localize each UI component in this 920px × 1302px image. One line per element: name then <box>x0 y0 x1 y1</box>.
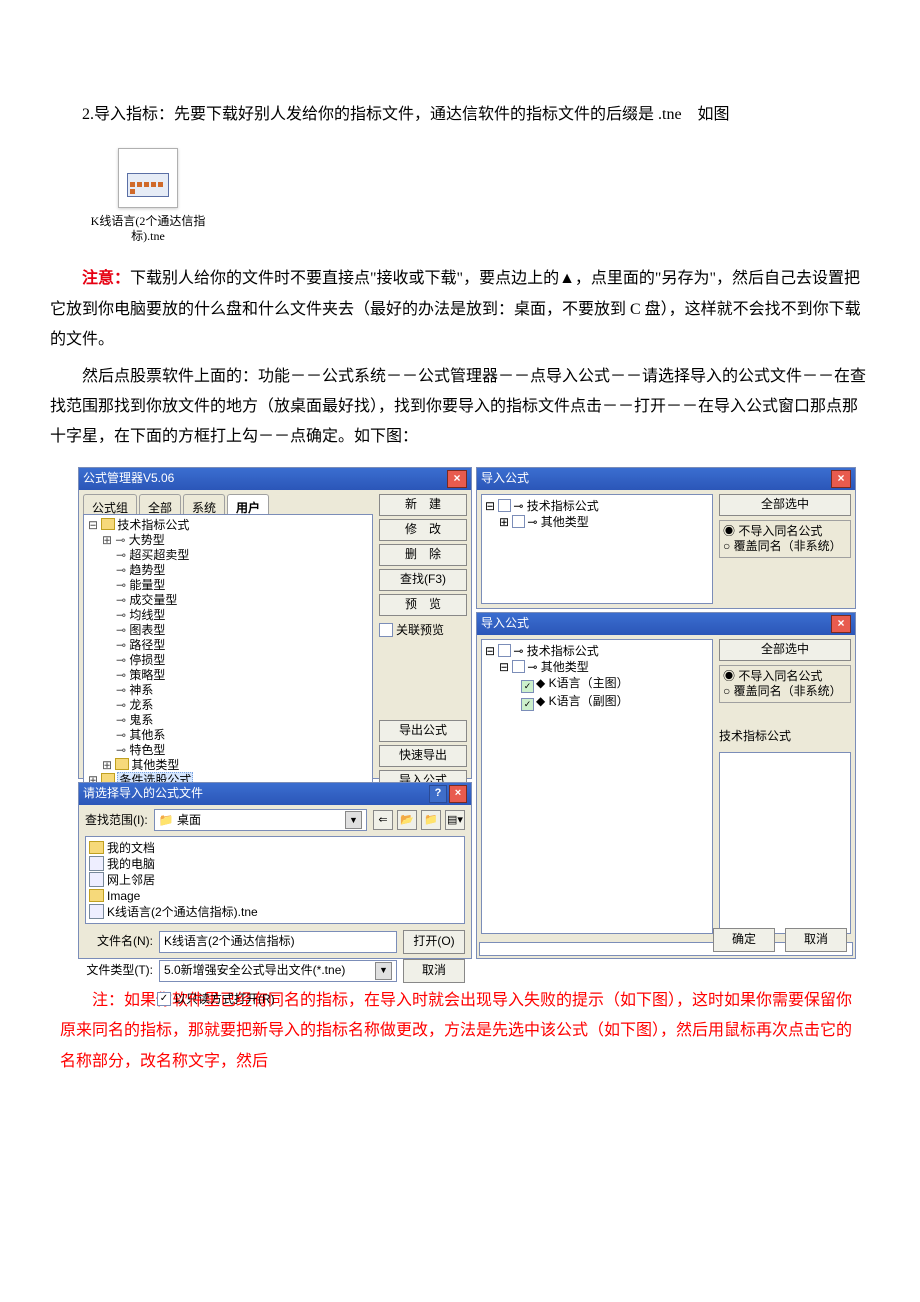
radio-overwrite[interactable]: 覆盖同名（非系统） <box>723 684 847 699</box>
import-formula-window-checked: 导入公式× ⊟ ⊸ 技术指标公式 ⊟ ⊸ 其他类型 ✓◆ K语言（主图） ✓◆ … <box>476 612 856 959</box>
help-icon[interactable]: ? <box>429 785 447 803</box>
up-icon[interactable]: 📂 <box>397 810 417 830</box>
range-label: 查找范围(I): <box>85 809 148 832</box>
import-tree-2[interactable]: ⊟ ⊸ 技术指标公式 ⊟ ⊸ 其他类型 ✓◆ K语言（主图） ✓◆ K语言（副图… <box>481 639 713 934</box>
radio-no-dup[interactable]: 不导入同名公式 <box>723 669 847 684</box>
cancel-button[interactable]: 取消 <box>403 959 465 983</box>
find-button[interactable]: 查找(F3) <box>379 569 467 591</box>
tab-group[interactable]: 公式组 <box>83 494 137 514</box>
tree-root-tech[interactable]: 技术指标公式 <box>88 518 368 533</box>
titlebar: 公式管理器V5.06× <box>79 468 471 490</box>
filename-field[interactable]: K线语言(2个通达信指标) <box>159 931 397 953</box>
radio-overwrite[interactable]: 覆盖同名（非系统） <box>723 539 847 554</box>
open-button[interactable]: 打开(O) <box>403 930 465 954</box>
close-icon[interactable]: × <box>831 615 851 633</box>
steps-paragraph: 然后点股票软件上面的：功能－－公式系统－－公式管理器－－点导入公式－－请选择导入… <box>50 362 870 453</box>
warning-label: 注意： <box>82 270 130 287</box>
formula-tabs: 公式组 全部 系统 用户 <box>83 494 373 514</box>
list-item[interactable]: Image <box>89 888 461 904</box>
warning-paragraph: 注意：下载别人给你的文件时不要直接点"接收或下载"，要点边上的▲，点里面的"另存… <box>50 264 870 355</box>
delete-button[interactable]: 删 除 <box>379 544 467 566</box>
list-item[interactable]: 网上邻居 <box>89 872 461 888</box>
select-all-button[interactable]: 全部选中 <box>719 639 851 661</box>
export-button[interactable]: 导出公式 <box>379 720 467 742</box>
range-dropdown[interactable]: 📁 桌面▼ <box>154 809 367 831</box>
file-list[interactable]: 我的文档 我的电脑 网上邻居 Image K线语言(2个通达信指标).tne <box>85 836 465 924</box>
edit-button[interactable]: 修 改 <box>379 519 467 541</box>
file-icon[interactable] <box>118 148 178 208</box>
list-item[interactable]: K线语言(2个通达信指标).tne <box>89 904 461 920</box>
formula-tree[interactable]: 技术指标公式 大势型 超买超卖型 趋势型 能量型 成交量型 均线型 图表型 路径… <box>83 514 373 792</box>
close-icon[interactable]: × <box>831 470 851 488</box>
back-icon[interactable]: ⇐ <box>373 810 393 830</box>
close-icon[interactable]: × <box>449 785 467 803</box>
readonly-checkbox[interactable]: ✓ <box>157 992 171 1006</box>
composite-screenshot: 公式管理器V5.06× 公式组 全部 系统 用户 技术指标公式 大势型 超买超卖… <box>78 467 856 958</box>
document-page: 2.导入指标：先要下载好别人发给你的指标文件，通达信软件的指标文件的后缀是 .t… <box>0 0 920 1137</box>
preview-button[interactable]: 预 览 <box>379 594 467 616</box>
preview-panel <box>719 752 851 934</box>
import-formula-window-empty: 导入公式× ⊟ ⊸ 技术指标公式 ⊞ ⊸ 其他类型 全部选中 不导入同名公式 覆… <box>476 467 856 609</box>
radio-no-dup[interactable]: 不导入同名公式 <box>723 524 847 539</box>
view-icon[interactable]: ▤▾ <box>445 810 465 830</box>
category-label: 技术指标公式 <box>719 725 851 748</box>
tab-user[interactable]: 用户 <box>227 494 269 514</box>
formula-manager-window: 公式管理器V5.06× 公式组 全部 系统 用户 技术指标公式 大势型 超买超卖… <box>78 467 472 779</box>
assoc-preview-checkbox[interactable] <box>379 623 393 637</box>
quick-export-button[interactable]: 快速导出 <box>379 745 467 767</box>
intro-paragraph: 2.导入指标：先要下载好别人发给你的指标文件，通达信软件的指标文件的后缀是 .t… <box>50 100 870 130</box>
list-item[interactable]: 我的电脑 <box>89 856 461 872</box>
filetype-dropdown[interactable]: 5.0新增强安全公式导出文件(*.tne)▼ <box>159 960 397 982</box>
close-icon[interactable]: × <box>447 470 467 488</box>
import-tree-1[interactable]: ⊟ ⊸ 技术指标公式 ⊞ ⊸ 其他类型 <box>481 494 713 604</box>
tne-file-icon-block: K线语言(2个通达信指标).tne <box>78 148 218 244</box>
file-icon-name: K线语言(2个通达信指标).tne <box>78 214 218 244</box>
cancel-button[interactable]: 取消 <box>785 928 847 952</box>
tab-system[interactable]: 系统 <box>183 494 225 514</box>
new-button[interactable]: 新 建 <box>379 494 467 516</box>
list-item[interactable]: 我的文档 <box>89 840 461 856</box>
tab-all[interactable]: 全部 <box>139 494 181 514</box>
ok-button[interactable]: 确定 <box>713 928 775 952</box>
select-all-button[interactable]: 全部选中 <box>719 494 851 516</box>
file-open-dialog: 请选择导入的公式文件?× 查找范围(I): 📁 桌面▼ ⇐ 📂 📁 ▤▾ 我的文… <box>78 782 472 959</box>
newfolder-icon[interactable]: 📁 <box>421 810 441 830</box>
